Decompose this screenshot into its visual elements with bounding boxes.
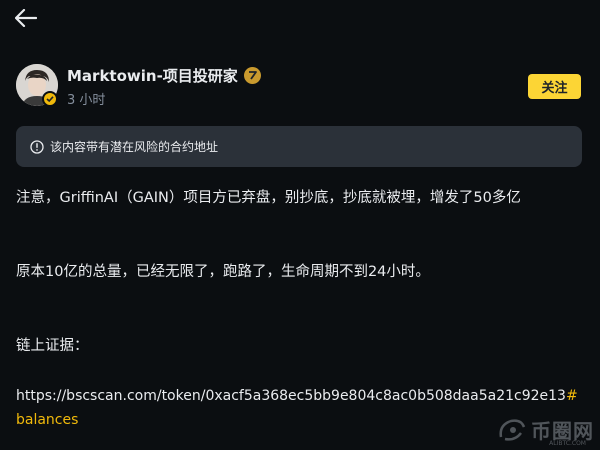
info-circle-icon: [30, 139, 44, 154]
watermark-subtext: ALIBTC.COM: [549, 440, 586, 447]
author-header: Marktowin-项目投研家 3 小时 关注: [16, 64, 584, 112]
follow-button[interactable]: 关注: [528, 74, 581, 99]
post-detail-page: Marktowin-项目投研家 3 小时 关注 该内容带有潜在风险的合约地址 注…: [0, 0, 600, 450]
verified-check-icon: [42, 91, 58, 107]
author-name[interactable]: Marktowin-项目投研家: [67, 65, 238, 86]
creator-badge-icon: [243, 67, 261, 84]
post-paragraph-3: 链上证据：: [16, 338, 89, 354]
post-time: 3 小时: [67, 93, 106, 108]
arrow-left-icon: [15, 9, 37, 27]
contract-link[interactable]: https://bscscan.com/token/0xacf5a368ec5b…: [16, 388, 566, 404]
risk-warning-banner: 该内容带有潜在风险的合约地址: [16, 126, 582, 167]
risk-warning-text: 该内容带有潜在风险的合约地址: [50, 140, 219, 154]
author-name-row: Marktowin-项目投研家: [67, 65, 261, 86]
post-paragraph-1: 注意，GriffinAI（GAIN）项目方已弃盘，别抄底，抄底就被埋，增发了50…: [16, 190, 521, 206]
back-button[interactable]: [12, 4, 40, 32]
watermark: 币圈网 ALIBTC.COM: [497, 415, 594, 447]
watermark-logo-icon: [499, 418, 526, 441]
post-paragraph-2: 原本10亿的总量，已经无限了，跑路了，生命周期不到24小时。: [16, 264, 430, 280]
